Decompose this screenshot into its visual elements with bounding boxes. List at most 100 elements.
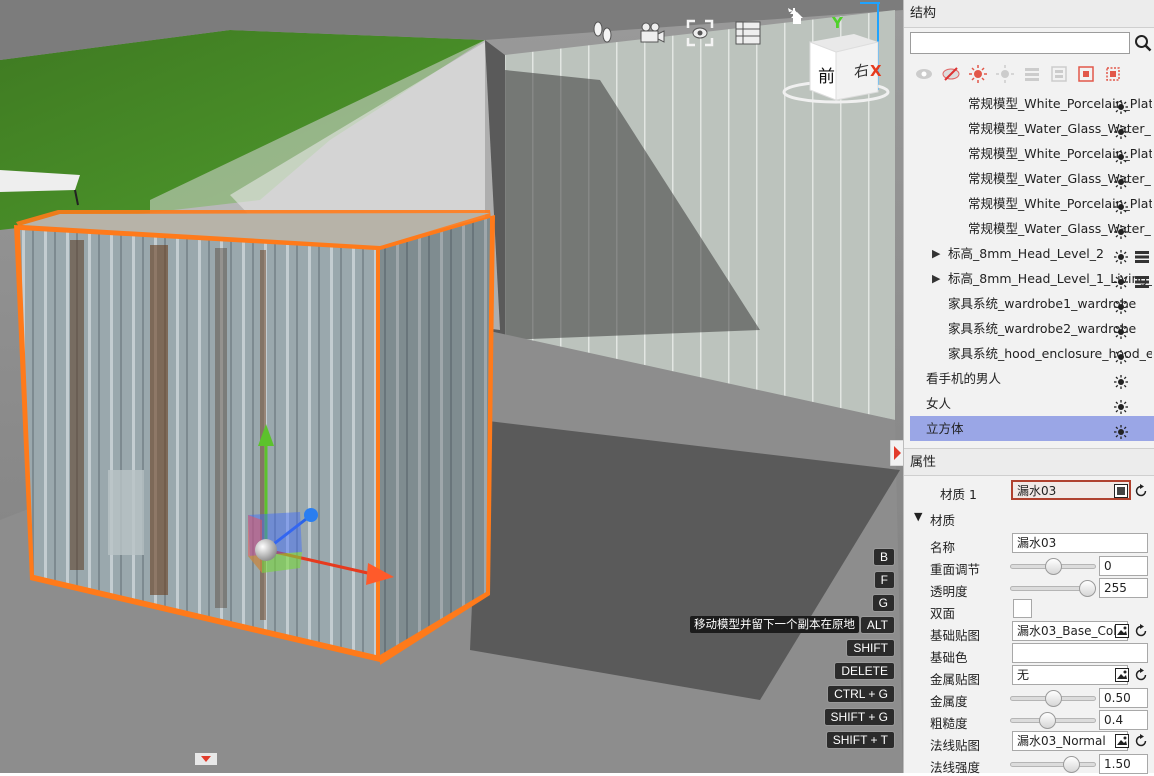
visibility-sun-icon[interactable] — [1114, 272, 1128, 289]
reset-icon[interactable] — [1134, 668, 1148, 682]
slider-thumb[interactable] — [1045, 690, 1062, 707]
collapse-arrow-icon[interactable]: ▼ — [914, 510, 922, 523]
tree-item[interactable]: 家具系统_wardrobe1_wardrobe — [906, 291, 1154, 316]
layers-icon[interactable] — [731, 16, 765, 50]
list-icon[interactable] — [1135, 247, 1149, 263]
double-side-checkbox[interactable] — [1013, 599, 1032, 618]
normal-map-field[interactable]: 漏水03_Normal — [1012, 731, 1128, 751]
opacity-field[interactable]: 255 — [1099, 578, 1148, 598]
image-picker-icon[interactable] — [1114, 484, 1128, 498]
tree-item[interactable]: 常规模型_White_Porcelain_Plate — [906, 91, 1154, 116]
camera-icon[interactable] — [634, 16, 668, 50]
slider-thumb[interactable] — [1063, 756, 1080, 773]
panel-splitter-icon[interactable] — [889, 439, 905, 467]
visibility-sun-icon[interactable] — [1114, 147, 1128, 164]
structure-search-input[interactable] — [910, 32, 1130, 54]
visibility-sun-icon[interactable] — [1114, 322, 1128, 339]
face-adjust-slider[interactable] — [1010, 558, 1096, 575]
normal-strength-slider[interactable] — [1010, 756, 1096, 773]
slider-thumb[interactable] — [1079, 580, 1096, 597]
slider-thumb[interactable] — [1039, 712, 1056, 729]
view-cube[interactable]: 前 右 Y X — [780, 8, 900, 108]
list-view-icon[interactable] — [1022, 64, 1042, 84]
shortcut-b[interactable]: B — [872, 548, 895, 566]
visibility-sun-icon[interactable] — [1114, 222, 1128, 239]
visibility-sun-icon[interactable] — [1114, 297, 1128, 314]
image-picker-icon[interactable] — [1115, 734, 1129, 748]
roughness-slider[interactable] — [1010, 712, 1096, 729]
visibility-sun-icon[interactable] — [1114, 422, 1128, 439]
visibility-sun-icon[interactable] — [1114, 172, 1128, 189]
group-view-icon[interactable] — [1049, 64, 1069, 84]
normal-strength-field[interactable]: 1.50 — [1099, 754, 1148, 774]
list-icon[interactable] — [1135, 272, 1149, 288]
expand-arrow-icon[interactable]: ▶ — [932, 266, 940, 291]
light-on-icon[interactable] — [968, 64, 988, 84]
tree-item[interactable]: 常规模型_Water_Glass_Water_ — [906, 116, 1154, 141]
search-icon[interactable] — [1132, 32, 1154, 54]
tree-item[interactable]: 家具系统_wardrobe2_wardrobe — [906, 316, 1154, 341]
reset-icon[interactable] — [1134, 484, 1148, 498]
metalness-slider[interactable] — [1010, 690, 1096, 707]
metalness-field[interactable]: 0.50 — [1099, 688, 1148, 708]
isolate-model-icon[interactable] — [1103, 64, 1123, 84]
material-slot-field[interactable]: 漏水03 — [1011, 480, 1131, 500]
shortcut-shift-g[interactable]: SHIFT + G — [823, 708, 895, 726]
reset-icon[interactable] — [1134, 624, 1148, 638]
tree-item[interactable]: 看手机的男人 — [906, 366, 1154, 391]
tree-item[interactable]: 常规模型_White_Porcelain_Plate — [906, 141, 1154, 166]
hide-all-icon[interactable] — [941, 64, 961, 84]
tree-item[interactable]: 常规模型_Water_Glass_Water_ — [906, 166, 1154, 191]
visibility-sun-icon[interactable] — [1114, 372, 1128, 389]
opacity-slider[interactable] — [1010, 580, 1096, 597]
viewcube-right-label[interactable]: 右 — [854, 58, 869, 82]
face-adjust-field[interactable]: 0 — [1099, 556, 1148, 576]
visibility-sun-icon[interactable] — [1114, 347, 1128, 364]
base-color-swatch[interactable] — [1012, 643, 1148, 663]
home-icon[interactable] — [790, 11, 804, 25]
material-group-row[interactable]: ▼ 材质 — [904, 506, 1154, 528]
bottom-panel-toggle-icon[interactable] — [195, 753, 217, 765]
tree-item[interactable]: 常规模型_Water_Glass_Water_ — [906, 216, 1154, 241]
slider-thumb[interactable] — [1045, 558, 1062, 575]
visibility-sun-icon[interactable] — [1114, 122, 1128, 139]
shortcut-delete[interactable]: DELETE — [834, 662, 895, 680]
tree-item[interactable]: 女人 — [906, 391, 1154, 416]
base-map-field[interactable]: 漏水03_Base_Color — [1012, 621, 1128, 641]
tree-item-label: 立方体 — [926, 421, 964, 436]
focus-icon[interactable] — [683, 16, 717, 50]
select-model-icon[interactable] — [1076, 64, 1096, 84]
shortcut-f[interactable]: F — [873, 571, 895, 589]
tree-item[interactable]: ▶标高_8mm_Head_Level_1_Living_Room — [906, 266, 1154, 291]
image-picker-icon[interactable] — [1115, 668, 1129, 682]
double-side-label: 双面 — [930, 606, 956, 621]
visibility-sun-icon[interactable] — [1114, 97, 1128, 114]
visibility-sun-icon[interactable] — [1114, 247, 1128, 264]
tree-item[interactable]: 家具系统_hood_enclosure_hood_enclosure — [906, 341, 1154, 366]
roughness-field[interactable]: 0.4 — [1099, 710, 1148, 730]
show-all-icon[interactable] — [914, 64, 934, 84]
shortcut-shift-t[interactable]: SHIFT + T — [825, 731, 895, 749]
name-field[interactable]: 漏水03 — [1012, 533, 1148, 553]
scene-render[interactable] — [0, 0, 903, 773]
expand-arrow-icon[interactable]: ▶ — [932, 241, 940, 266]
tree-item[interactable]: 立方体 — [910, 416, 1154, 441]
shortcut-alt[interactable]: ALT — [859, 616, 895, 634]
tree-item[interactable]: 常规模型_White_Porcelain_Plate — [906, 191, 1154, 216]
reset-icon[interactable] — [1134, 734, 1148, 748]
tree-item-label: 看手机的男人 — [926, 371, 1002, 386]
3d-viewport[interactable]: 前 右 Y X B F G 移动模型并留下一个副本在原地 ALT SHIFT D… — [0, 0, 903, 773]
image-picker-icon[interactable] — [1115, 624, 1129, 638]
shortcut-ctrl-g[interactable]: CTRL + G — [827, 685, 895, 703]
shortcut-g[interactable]: G — [871, 594, 895, 612]
shortcut-shift[interactable]: SHIFT — [846, 639, 895, 657]
walk-icon[interactable] — [586, 16, 620, 50]
visibility-sun-icon[interactable] — [1114, 397, 1128, 414]
opacity-value: 255 — [1104, 581, 1127, 595]
base-map-label: 基础贴图 — [930, 628, 981, 643]
viewcube-front-label[interactable]: 前 — [818, 62, 835, 87]
light-off-icon[interactable] — [995, 64, 1015, 84]
tree-item[interactable]: ▶ 标高_8mm_Head_Level_2 — [906, 241, 1154, 266]
visibility-sun-icon[interactable] — [1114, 197, 1128, 214]
metal-map-field[interactable]: 无 — [1012, 665, 1128, 685]
